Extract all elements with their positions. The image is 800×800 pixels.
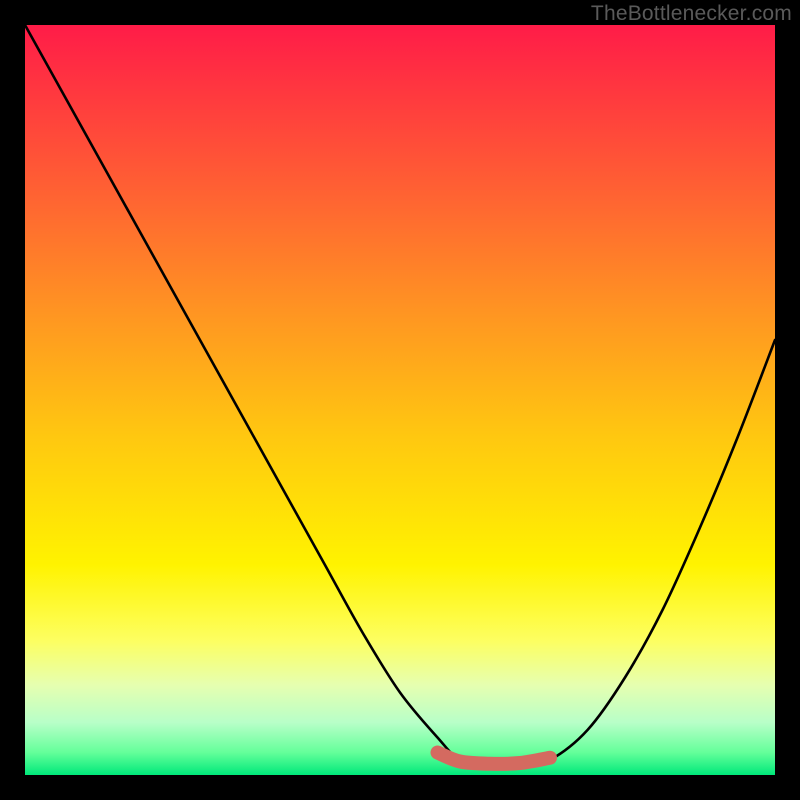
bottleneck-curve — [25, 25, 775, 768]
outer-frame: TheBottlenecker.com — [0, 0, 800, 800]
attribution-text: TheBottlenecker.com — [591, 2, 792, 26]
chart-svg — [25, 25, 775, 775]
plot-area — [25, 25, 775, 775]
trough-highlight — [438, 753, 551, 764]
